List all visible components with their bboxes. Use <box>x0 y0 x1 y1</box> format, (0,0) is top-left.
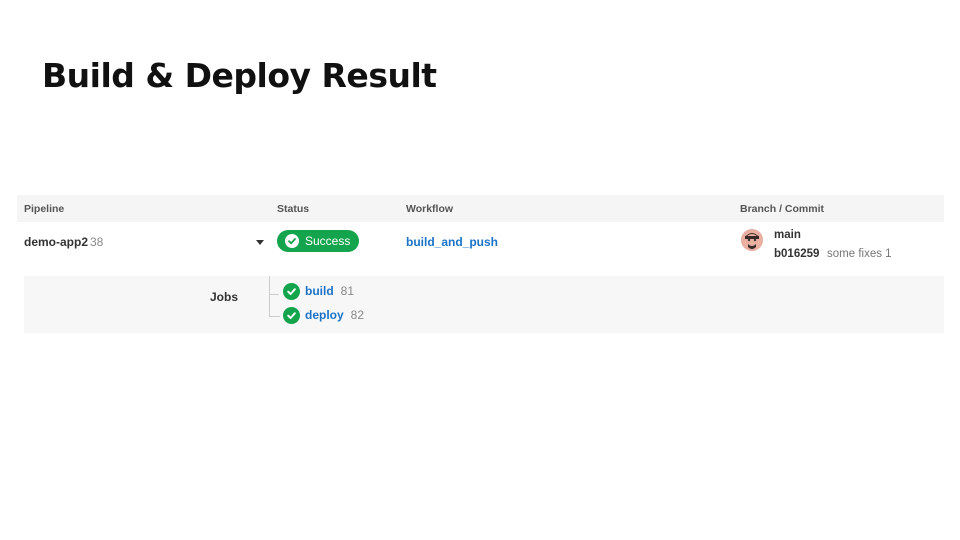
commit-hash[interactable]: b016259 <box>774 248 819 260</box>
check-circle-icon <box>283 282 300 300</box>
jobs-label: Jobs <box>210 290 239 304</box>
job-item-deploy[interactable]: deploy 82 <box>283 306 364 324</box>
job-id: 81 <box>340 284 355 298</box>
job-name[interactable]: build <box>305 284 334 298</box>
job-item-build[interactable]: build 81 <box>283 282 354 300</box>
slide-title: Build & Deploy Result <box>42 56 437 95</box>
jobs-row: Jobs build 81 deploy 82 <box>24 276 944 333</box>
check-icon <box>285 234 299 248</box>
header-pipeline: Pipeline <box>24 203 65 215</box>
status-label: Success <box>305 234 351 248</box>
header-workflow: Workflow <box>406 203 454 215</box>
status-badge[interactable]: Success <box>277 230 359 252</box>
header-status: Status <box>277 203 310 215</box>
job-id: 82 <box>350 308 365 322</box>
expand-caret-icon[interactable] <box>256 240 264 245</box>
branch-name[interactable]: main <box>774 229 801 241</box>
header-branch-commit: Branch / Commit <box>740 203 825 215</box>
tree-connector <box>269 276 280 317</box>
pipeline-panel: Pipeline Status Workflow Branch / Commit… <box>17 195 944 338</box>
commit-message: some fixes 1 <box>827 248 892 260</box>
job-name[interactable]: deploy <box>305 308 344 322</box>
pipeline-row[interactable]: demo-app2 38 Success build_and_push main… <box>17 222 944 276</box>
pipeline-name[interactable]: demo-app2 <box>24 235 88 249</box>
workflow-link[interactable]: build_and_push <box>406 235 498 249</box>
avatar <box>741 229 763 251</box>
pipeline-id: 38 <box>90 235 104 249</box>
check-circle-icon <box>283 306 300 324</box>
table-header: Pipeline Status Workflow Branch / Commit <box>17 195 944 222</box>
